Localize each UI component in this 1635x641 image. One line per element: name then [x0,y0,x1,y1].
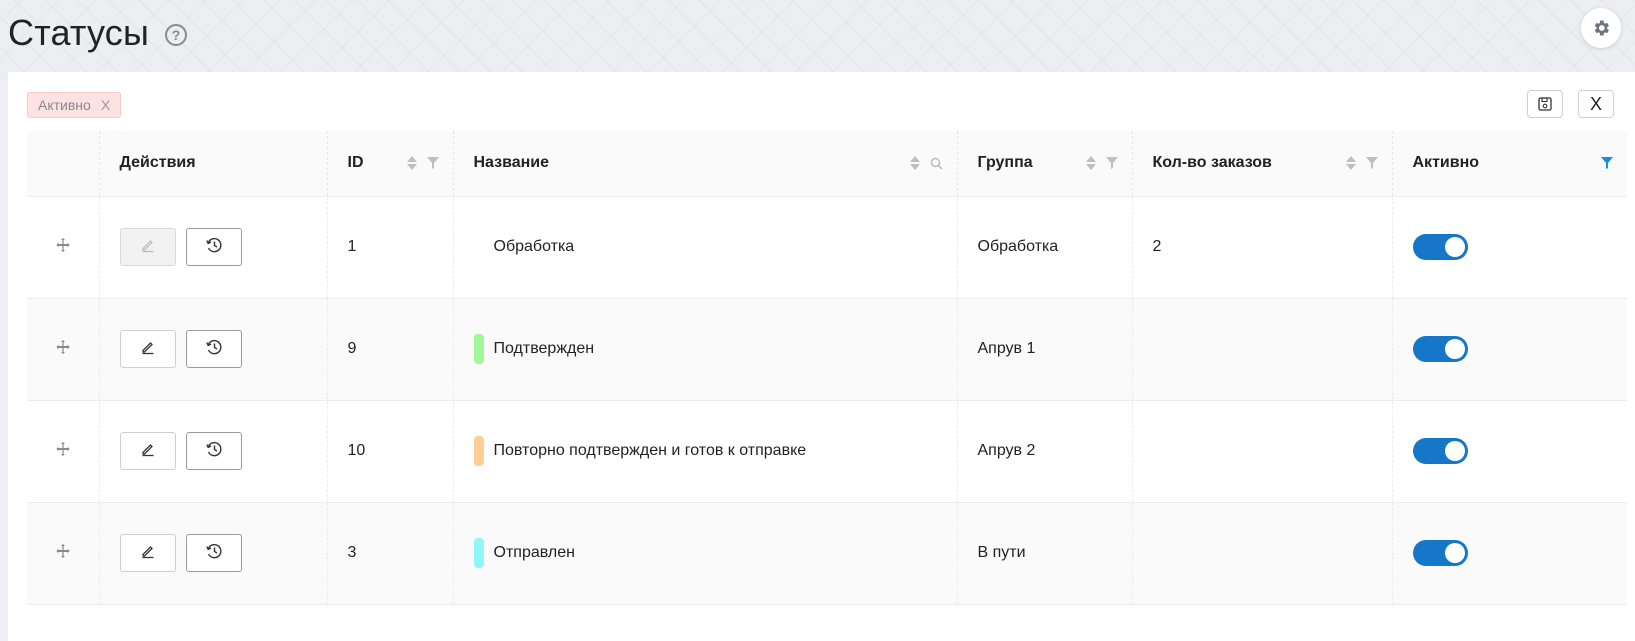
history-button[interactable] [185,228,242,266]
drag-cell [27,400,99,503]
active-toggle[interactable] [1412,540,1468,566]
orders-count-cell [1131,298,1392,401]
table-row: 3 Отправлен В пути [27,502,1627,605]
pencil-icon [140,441,156,462]
group-cell: Апрув 2 [956,400,1132,503]
group-cell: В пути [956,502,1132,605]
name-cell: Отправлен [452,502,957,605]
col-actions: Действия [98,131,327,197]
active-toggle[interactable] [1412,234,1468,260]
active-cell [1391,298,1627,401]
name-cell: Повторно подтвержден и готов к отправке [452,400,957,503]
filter-icon[interactable] [426,157,439,170]
history-icon [205,236,223,259]
active-filter-tag: Активно X [27,92,122,118]
group-cell: Обработка [956,196,1132,299]
table-header-row: Действия ID Название Группа Кол-во заказ… [27,131,1627,197]
status-name: Подтвержден [493,340,595,357]
table-row: 1 Обработка Обработка 2 [27,196,1627,299]
settings-button[interactable] [1581,8,1621,48]
table-row: 9 Подтвержден Апрув 1 [27,298,1627,401]
drag-cell [27,502,99,605]
pencil-icon [140,543,156,564]
sort-icon[interactable] [1345,156,1356,171]
history-icon [205,338,223,361]
table-row: 10 Повторно подтвержден и готов к отправк… [27,400,1627,503]
header-background [0,0,1635,80]
gear-icon [1594,20,1609,36]
drag-handle-icon[interactable] [55,441,71,462]
col-name[interactable]: Название [452,131,957,197]
filter-active-icon[interactable] [1601,157,1613,170]
page-header: Статусы ? [8,8,188,58]
group-cell: Апрув 1 [956,298,1132,401]
col-orders-count[interactable]: Кол-во заказов [1131,131,1392,197]
actions-cell [98,196,327,299]
actions-cell [98,502,327,605]
edit-button[interactable] [119,534,176,572]
drag-handle-icon[interactable] [55,339,71,360]
col-drag [27,131,99,197]
statuses-table: Действия ID Название Группа Кол-во заказ… [27,131,1627,605]
actions-cell [98,400,327,503]
status-color-swatch [473,436,484,466]
edit-button [119,228,176,266]
drag-handle-icon[interactable] [55,543,71,564]
pencil-icon [140,237,156,258]
drag-cell [27,196,99,299]
history-icon [205,542,223,565]
name-cell: Подтвержден [452,298,957,401]
active-toggle[interactable] [1412,438,1468,464]
save-filter-button[interactable] [1527,90,1563,118]
filter-bar: Активно X [27,92,1635,118]
active-cell [1391,196,1627,299]
status-name: Обработка [493,238,575,255]
orders-count-cell [1131,400,1392,503]
sort-icon[interactable] [909,156,920,171]
status-color-swatch [474,232,484,262]
active-cell [1391,502,1627,605]
edit-button[interactable] [119,432,176,470]
search-icon[interactable] [930,157,943,170]
status-name: Отправлен [493,544,575,561]
history-button[interactable] [185,432,242,470]
history-button[interactable] [185,534,242,572]
page-title: Статусы [8,12,150,53]
drag-cell [27,298,99,401]
sort-icon[interactable] [1085,156,1096,171]
save-icon [1538,97,1552,111]
sort-icon[interactable] [406,156,417,171]
id-cell: 9 [326,298,453,401]
remove-filter-icon[interactable]: X [101,97,110,113]
actions-cell [98,298,327,401]
status-name: Повторно подтвержден и готов к отправке [493,442,807,459]
filter-icon[interactable] [1365,157,1378,170]
id-cell: 10 [326,400,453,503]
status-color-swatch [473,334,484,364]
pencil-icon [140,339,156,360]
name-cell: Обработка [452,196,957,299]
history-icon [205,440,223,463]
edit-button[interactable] [119,330,176,368]
clear-filters-button[interactable]: X [1578,90,1614,118]
active-cell [1391,400,1627,503]
col-active[interactable]: Активно [1391,131,1627,197]
filter-tag-label: Активно [38,97,91,113]
col-id[interactable]: ID [326,131,453,197]
question-circle-icon[interactable]: ? [165,24,188,46]
id-cell: 1 [326,196,453,299]
orders-count-cell [1131,502,1392,605]
col-group[interactable]: Группа [956,131,1132,197]
id-cell: 3 [326,502,453,605]
status-color-swatch [473,538,484,568]
filter-icon[interactable] [1105,157,1118,170]
history-button[interactable] [185,330,242,368]
drag-handle-icon[interactable] [55,237,71,258]
statuses-card: Активно X X Действия ID Название Группа … [8,72,1635,641]
active-toggle[interactable] [1412,336,1468,362]
orders-count-cell: 2 [1131,196,1392,299]
